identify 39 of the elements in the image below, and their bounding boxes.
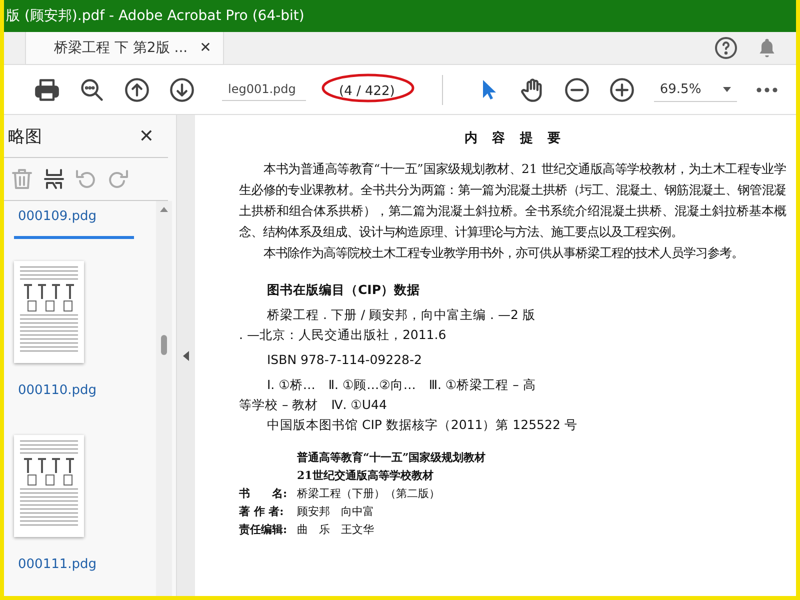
- page-heading: 内 容 提 要: [464, 130, 562, 147]
- series-line: 21世纪交通版高等学校教材: [297, 468, 434, 484]
- document-tab[interactable]: 桥梁工程 下 第2版 ... ✕: [25, 32, 224, 64]
- info-value: 曲 乐 王文华: [297, 522, 374, 538]
- body-paragraph: 本书为普通高等教育“十一五”国家级规划教材、21 世纪交通版高等学校教材，为土木工程专业学生必修的专业课教材。全书共分为两篇：第一篇为混凝土拱桥（圬工、混凝土、钢筋混凝土、钢管混凝土拱桥和组合体系拱桥），第二篇为混凝土斜拉桥。全书系统介绍混凝土拱桥、混凝土斜拉桥基本概念、结构体系及组成、设计与构造原理、计算理论与方法、施工要点以及工程实例。: [239, 161, 786, 241]
- cip-line: . —北京：人民交通出版社，2011.6: [239, 326, 448, 344]
- close-icon[interactable]: ✕: [138, 126, 154, 146]
- info-label: 书 名:: [239, 486, 288, 502]
- info-value: 顾安邦 向中富: [297, 504, 374, 520]
- scrollbar[interactable]: [156, 201, 172, 596]
- cip-line: 中国版本图书馆 CIP 数据核字（2011）第 125522 号: [266, 416, 578, 434]
- thumbnail-item[interactable]: 000109.pdg: [14, 201, 156, 239]
- hand-icon[interactable]: [518, 76, 545, 102]
- zoom-in-icon[interactable]: [608, 76, 635, 102]
- split-page-icon[interactable]: [42, 167, 66, 191]
- window-title: 版 (顾安邦).pdf - Adobe Acrobat Pro (64-bit): [5, 7, 304, 25]
- thumbnail-item[interactable]: 000110.pdg: [14, 249, 156, 413]
- cip-line: 桥梁工程 . 下册 / 顾安邦，向中富主编 . —2 版: [266, 306, 536, 324]
- cip-line: 等学校 – 教材 Ⅳ. ①U44: [239, 396, 388, 414]
- thumbnail-item[interactable]: 000111.pdg: [14, 423, 156, 587]
- cip-line: Ⅰ. ①桥… Ⅱ. ①顾…②向… Ⅲ. ①桥梁工程 – 高: [266, 376, 537, 394]
- info-label: 责任编辑:: [239, 522, 288, 538]
- info-label: 著 作 者:: [239, 504, 285, 520]
- help-icon[interactable]: [714, 36, 738, 60]
- series-line: 普通高等教育“十一五”国家级规划教材: [297, 450, 487, 466]
- print-icon[interactable]: [34, 76, 60, 102]
- more-icon[interactable]: [756, 86, 778, 94]
- info-value: 桥梁工程（下册）（第二版）: [297, 486, 440, 502]
- cip-line: ISBN 978-7-114-09228-2: [266, 351, 423, 369]
- cip-heading: 图书在版编目（CIP）数据: [266, 282, 421, 299]
- page-indicator: (4 / 422): [339, 84, 395, 99]
- zoom-out-icon[interactable]: [564, 76, 590, 102]
- close-icon[interactable]: ✕: [200, 40, 212, 56]
- search-icon[interactable]: [79, 76, 105, 102]
- arrow-up-icon[interactable]: [124, 76, 150, 102]
- collapse-arrow-icon[interactable]: [183, 350, 189, 360]
- arrow-down-icon[interactable]: [169, 76, 195, 102]
- panel-title: 略图: [8, 126, 42, 148]
- body-paragraph: 本书除作为高等院校土木工程专业教学用书外，亦可供从事桥梁工程的技术人员学习参考。: [262, 245, 745, 262]
